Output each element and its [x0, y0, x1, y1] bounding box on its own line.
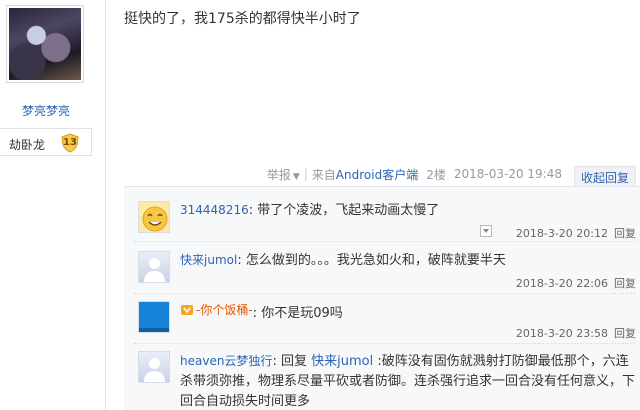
reply-body: -你个饭桶- : 你不是玩09吗 — [180, 301, 636, 323]
reply-item: -你个饭桶- : 你不是玩09吗 2018-3-20 23:58 回复 — [124, 301, 640, 347]
reply-colon: : — [373, 354, 382, 369]
meta-separator: | — [303, 167, 308, 181]
dropdown-icon[interactable] — [480, 225, 492, 237]
reply-divider — [134, 241, 636, 242]
reply-avatar[interactable] — [138, 201, 170, 233]
reply-divider — [134, 293, 636, 294]
reply-username-wrap[interactable]: -你个饭桶- — [180, 301, 253, 319]
reply-content: 带了个凌波，飞起来动画太慢了 — [257, 203, 440, 218]
level-badge-box[interactable]: 劫卧龙 13 — [0, 128, 92, 156]
reply-colon: : — [237, 253, 246, 268]
post-meta-bar: 举报 ▼ | 来自 Android客户端 2楼 2018-03-20 19:48 … — [267, 166, 636, 188]
post-content: 挺快的了，我175杀的都得快半小时了 — [124, 11, 361, 27]
reply-button[interactable]: 回复 — [614, 327, 636, 340]
reply-to-username[interactable]: 快来jumol — [311, 354, 373, 369]
reply-button[interactable]: 回复 — [614, 277, 636, 290]
default-avatar-icon — [139, 252, 169, 282]
avatar-image — [9, 8, 81, 80]
reply-body: 快来jumol: 怎么做到的。。。我光急如火和，破阵就要半天 — [180, 251, 636, 270]
reply-time: 2018-3-20 22:06 — [515, 277, 608, 290]
reply-time: 2018-3-20 20:12 — [515, 227, 608, 240]
reply-body: 314448216: 带了个凌波，飞起来动画太慢了 — [180, 201, 636, 220]
reply-colon: : — [272, 354, 281, 369]
reply-body: heaven云梦独行: 回复 快来jumol :破阵没有固伤就溅射打防御最低那个… — [180, 351, 636, 410]
reply-colon: : — [252, 306, 262, 321]
reply-content: 你不是玩09吗 — [261, 306, 343, 321]
reply-meta: 2018-3-20 20:12 回复 — [516, 225, 636, 241]
report-caret-icon: ▼ — [292, 171, 300, 182]
reply-avatar[interactable] — [138, 301, 170, 333]
report-link[interactable]: 举报 ▼ — [267, 166, 300, 183]
reply-content: 怎么做到的。。。我光急如火和，破阵就要半天 — [245, 253, 506, 268]
level-name: 劫卧龙 — [9, 138, 46, 152]
username-link[interactable]: 梦亮梦亮 — [0, 102, 92, 119]
reply-colon: : — [248, 203, 258, 218]
level-number: 13 — [63, 137, 77, 148]
reply-username[interactable]: 314448216 — [180, 203, 249, 217]
blue-avatar-icon — [139, 302, 169, 332]
client-link[interactable]: Android客户端 — [336, 166, 418, 183]
level-shield-icon: 13 — [60, 133, 80, 153]
reply-item: 快来jumol: 怎么做到的。。。我光急如火和，破阵就要半天 2018-3-20… — [124, 251, 640, 297]
reply-avatar[interactable] — [138, 351, 170, 383]
reply-username[interactable]: 快来jumol — [180, 253, 237, 267]
smiley-avatar-icon — [139, 202, 169, 232]
reply-prefix: 回复 — [280, 354, 307, 369]
reply-avatar[interactable] — [138, 251, 170, 283]
reply-meta: 2018-3-20 22:06 回复 — [516, 275, 636, 291]
reply-divider — [134, 343, 636, 344]
post-time: 2018-03-20 19:48 — [453, 167, 562, 181]
user-avatar[interactable] — [6, 5, 84, 83]
reply-list: 314448216: 带了个凌波，飞起来动画太慢了 2018-3-20 20:1… — [124, 186, 640, 410]
reply-username[interactable]: heaven云梦独行 — [180, 354, 272, 368]
reply-time: 2018-3-20 23:58 — [515, 327, 608, 340]
from-prefix: 来自 — [311, 167, 336, 182]
reply-button[interactable]: 回复 — [614, 227, 636, 240]
default-avatar-icon — [139, 352, 169, 382]
reply-item: heaven云梦独行: 回复 快来jumol :破阵没有固伤就溅射打防御最低那个… — [124, 351, 640, 410]
user-sidebar: 梦亮梦亮 劫卧龙 13 — [0, 0, 106, 410]
vip-badge-icon — [180, 303, 194, 317]
reply-meta: 2018-3-20 23:58 回复 — [516, 325, 636, 341]
floor-number: 2楼 — [426, 167, 446, 182]
report-label: 举报 — [266, 167, 291, 182]
reply-username: -你个饭桶- — [196, 303, 253, 317]
collapse-replies-button[interactable]: 收起回复 — [573, 166, 636, 188]
